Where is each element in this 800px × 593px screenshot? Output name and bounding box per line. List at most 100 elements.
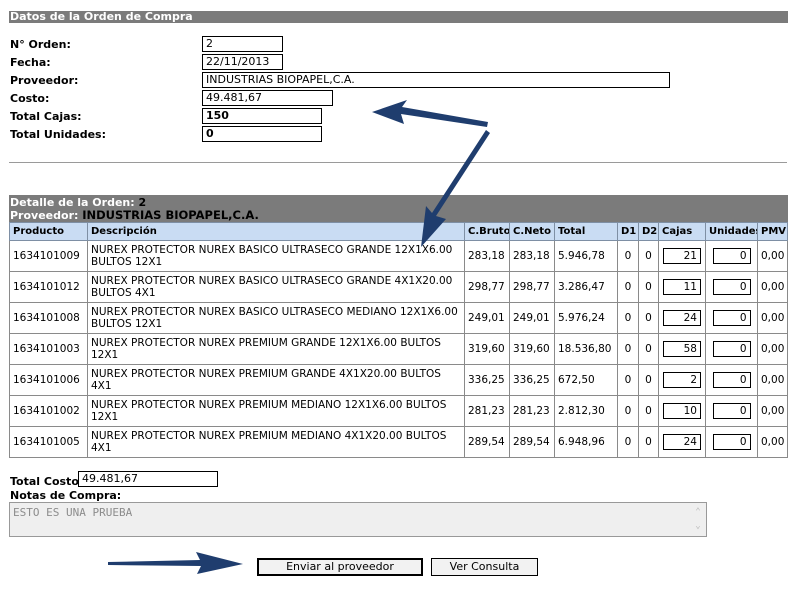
- cajas-input[interactable]: 58: [663, 341, 701, 357]
- cneto-cell: 283,18: [509, 240, 555, 272]
- notas-label: Notas de Compra:: [10, 489, 122, 502]
- proveedor-label: Proveedor:: [10, 74, 79, 87]
- pmv-cell: 0,00: [757, 395, 788, 427]
- section-divider: [9, 162, 787, 163]
- send-to-supplier-button[interactable]: Enviar al proveedor: [257, 558, 423, 576]
- cbruto-cell: 249,01: [464, 302, 510, 334]
- cajas-input[interactable]: 10: [663, 403, 701, 419]
- detail-proveedor: Proveedor: INDUSTRIAS BIOPAPEL,C.A.: [10, 208, 788, 223]
- d1-cell: 0: [617, 333, 639, 365]
- producto-cell: 1634101012: [9, 271, 88, 303]
- table-row: 1634101012 NUREX PROTECTOR NUREX BASICO U…: [9, 271, 788, 303]
- costo-label: Costo:: [10, 92, 50, 105]
- unidades-input[interactable]: 0: [712, 310, 751, 326]
- detail-proveedor-name: INDUSTRIAS BIOPAPEL,C.A.: [82, 208, 259, 222]
- table-header-row: Producto Descripción C.Bruto C.Neto Tota…: [9, 222, 788, 241]
- d1-cell: 0: [617, 302, 639, 334]
- detail-title: Detalle de la Orden: 2: [10, 195, 788, 209]
- cajas-input[interactable]: 2: [663, 372, 701, 388]
- fecha-field[interactable]: 22/11/2013: [202, 54, 283, 70]
- col-total: Total: [554, 222, 618, 241]
- col-cajas: Cajas: [658, 222, 706, 241]
- d2-cell: 0: [638, 395, 659, 427]
- cneto-cell: 319,60: [509, 333, 555, 365]
- orden-label: N° Orden:: [10, 38, 71, 51]
- d2-cell: 0: [638, 333, 659, 365]
- scroll-up-icon[interactable]: ⌃: [692, 505, 704, 519]
- d1-cell: 0: [617, 364, 639, 396]
- col-unidades: Unidades: [705, 222, 758, 241]
- d1-cell: 0: [617, 426, 639, 458]
- cajas-cell: 24: [658, 426, 706, 458]
- pmv-cell: 0,00: [757, 271, 788, 303]
- table-row: 1634101003 NUREX PROTECTOR NUREX PREMIUM …: [9, 333, 788, 365]
- pmv-cell: 0,00: [757, 364, 788, 396]
- scroll-down-icon[interactable]: ⌄: [692, 519, 704, 533]
- total-cell: 6.948,96: [554, 426, 618, 458]
- producto-cell: 1634101008: [9, 302, 88, 334]
- order-detail-table: Producto Descripción C.Bruto C.Neto Tota…: [9, 222, 788, 458]
- cajas-input[interactable]: 21: [663, 248, 701, 264]
- cbruto-cell: 319,60: [464, 333, 510, 365]
- pmv-cell: 0,00: [757, 426, 788, 458]
- arrow-to-costo-icon: [372, 100, 488, 127]
- total-costo-label: Total Costo:: [10, 475, 84, 488]
- cbruto-cell: 281,23: [464, 395, 510, 427]
- cneto-cell: 249,01: [509, 302, 555, 334]
- total-cajas-field[interactable]: 150: [202, 108, 322, 124]
- cajas-input[interactable]: 11: [663, 279, 701, 295]
- unidades-cell: 0: [705, 302, 758, 334]
- total-costo-field[interactable]: 49.481,67: [78, 471, 218, 487]
- cajas-cell: 24: [658, 302, 706, 334]
- cajas-cell: 2: [658, 364, 706, 396]
- cajas-input[interactable]: 24: [663, 310, 701, 326]
- d2-cell: 0: [638, 426, 659, 458]
- cajas-cell: 21: [658, 240, 706, 272]
- cneto-cell: 281,23: [509, 395, 555, 427]
- d1-cell: 0: [617, 395, 639, 427]
- total-cell: 5.946,78: [554, 240, 618, 272]
- view-query-button[interactable]: Ver Consulta: [431, 558, 538, 576]
- orden-field[interactable]: 2: [202, 36, 283, 52]
- costo-field[interactable]: 49.481,67: [202, 90, 333, 106]
- total-cell: 5.976,24: [554, 302, 618, 334]
- producto-cell: 1634101003: [9, 333, 88, 365]
- notas-text: ESTO ES UNA PRUEBA: [13, 506, 133, 519]
- cbruto-cell: 283,18: [464, 240, 510, 272]
- unidades-input[interactable]: 0: [712, 248, 751, 264]
- unidades-input[interactable]: 0: [712, 341, 751, 357]
- unidades-cell: 0: [705, 426, 758, 458]
- cajas-cell: 10: [658, 395, 706, 427]
- descripcion-cell: NUREX PROTECTOR NUREX PREMIUM GRANDE 12X…: [87, 333, 465, 365]
- d2-cell: 0: [638, 302, 659, 334]
- cajas-input[interactable]: 24: [663, 434, 701, 450]
- unidades-input[interactable]: 0: [712, 403, 751, 419]
- d2-cell: 0: [638, 240, 659, 272]
- d1-cell: 0: [617, 240, 639, 272]
- notas-textarea[interactable]: ESTO ES UNA PRUEBA ⌃ ⌄: [9, 502, 707, 537]
- descripcion-cell: NUREX PROTECTOR NUREX BASICO ULTRASECO G…: [87, 240, 465, 272]
- detail-header: Detalle de la Orden: 2 Proveedor: INDUST…: [9, 195, 788, 222]
- cbruto-cell: 289,54: [464, 426, 510, 458]
- col-d1: D1: [617, 222, 639, 241]
- total-unidades-field[interactable]: 0: [202, 126, 322, 142]
- unidades-input[interactable]: 0: [712, 434, 751, 450]
- total-cell: 18.536,80: [554, 333, 618, 365]
- table-row: 1634101005 NUREX PROTECTOR NUREX PREMIUM …: [9, 426, 788, 458]
- unidades-input[interactable]: 0: [712, 279, 751, 295]
- unidades-input[interactable]: 0: [712, 372, 751, 388]
- proveedor-field[interactable]: INDUSTRIAS BIOPAPEL,C.A.: [202, 72, 670, 88]
- table-row: 1634101002 NUREX PROTECTOR NUREX PREMIUM …: [9, 395, 788, 427]
- order-data-title: Datos de la Orden de Compra: [10, 10, 193, 23]
- d2-cell: 0: [638, 364, 659, 396]
- cneto-cell: 336,25: [509, 364, 555, 396]
- d2-cell: 0: [638, 271, 659, 303]
- descripcion-cell: NUREX PROTECTOR NUREX PREMIUM GRANDE 4X1…: [87, 364, 465, 396]
- pmv-cell: 0,00: [757, 302, 788, 334]
- notes-scrollbar[interactable]: ⌃ ⌄: [692, 505, 704, 534]
- table-row: 1634101008 NUREX PROTECTOR NUREX BASICO U…: [9, 302, 788, 334]
- total-cell: 3.286,47: [554, 271, 618, 303]
- fecha-label: Fecha:: [10, 56, 51, 69]
- unidades-cell: 0: [705, 271, 758, 303]
- arrow-to-send-button-icon: [108, 552, 243, 574]
